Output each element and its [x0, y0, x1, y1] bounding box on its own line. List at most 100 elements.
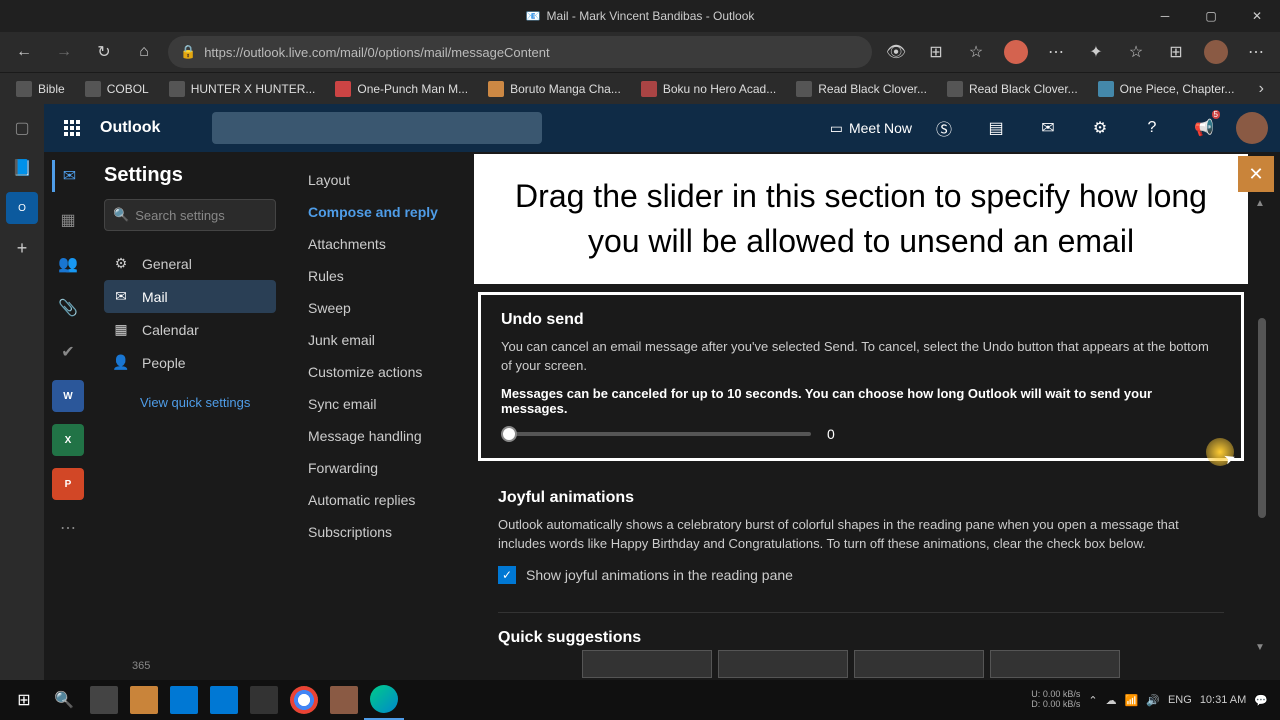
start-button[interactable]: ⊞ — [4, 680, 44, 720]
bookmark-cobol[interactable]: COBOL — [77, 77, 157, 101]
sub-sweep[interactable]: Sweep — [288, 292, 472, 324]
sub-forwarding[interactable]: Forwarding — [288, 452, 472, 484]
outlook-avatar[interactable] — [1236, 112, 1268, 144]
mail-app[interactable] — [164, 680, 204, 720]
refresh-button[interactable]: ↻ — [88, 36, 120, 68]
onedrive-icon[interactable]: ☁ — [1106, 694, 1117, 707]
bookmark-clover2[interactable]: Read Black Clover... — [939, 77, 1086, 101]
bookmark-hunter[interactable]: HUNTER X HUNTER... — [161, 77, 324, 101]
sub-autoreply[interactable]: Automatic replies — [288, 484, 472, 516]
nav-general[interactable]: ⚙General — [104, 247, 276, 280]
outlook-inbox-icon[interactable]: ✉ — [1028, 108, 1068, 148]
view-quick-settings-link[interactable]: View quick settings — [132, 387, 276, 418]
back-button[interactable]: ← — [8, 36, 40, 68]
meet-now-button[interactable]: ▭ Meet Now — [830, 120, 912, 137]
settings-gear-icon[interactable]: ⚙ — [1080, 108, 1120, 148]
maximize-button[interactable]: ▢ — [1188, 0, 1234, 32]
search-button[interactable]: 🔍 — [44, 680, 84, 720]
calendar-module-icon[interactable]: ▦ — [52, 204, 84, 236]
slider-thumb[interactable] — [501, 426, 517, 442]
app-icon[interactable]: ⊞ — [920, 36, 952, 68]
bookmark-onepiece[interactable]: One Piece, Chapter... — [1090, 77, 1243, 101]
outlook-search[interactable] — [212, 112, 542, 144]
bookmark-boruto[interactable]: Boruto Manga Cha... — [480, 77, 629, 101]
notifications-icon[interactable]: 💬 — [1254, 694, 1268, 707]
whatsnew-icon[interactable]: 📢5 — [1184, 108, 1224, 148]
help-icon[interactable]: ? — [1132, 108, 1172, 148]
home-button[interactable]: ⌂ — [128, 36, 160, 68]
sub-junk[interactable]: Junk email — [288, 324, 472, 356]
scroll-down-arrow[interactable]: ▼ — [1255, 642, 1265, 652]
files-module-icon[interactable]: 📎 — [52, 292, 84, 324]
people-module-icon[interactable]: 👥 — [52, 248, 84, 280]
outlook-tab-icon[interactable]: O — [6, 192, 38, 224]
profile-avatar[interactable] — [1200, 36, 1232, 68]
forward-button[interactable]: → — [48, 36, 80, 68]
wifi-icon[interactable]: 📶 — [1125, 694, 1139, 707]
new-tab-button[interactable]: + — [6, 232, 38, 264]
sub-customize[interactable]: Customize actions — [288, 356, 472, 388]
profile-indicator[interactable] — [1000, 36, 1032, 68]
language-indicator[interactable]: ENG — [1168, 694, 1192, 706]
tray-chevron-icon[interactable]: ⌃ — [1088, 694, 1097, 707]
excel-icon[interactable]: X — [52, 424, 84, 456]
bookmark-opm[interactable]: One-Punch Man M... — [327, 77, 476, 101]
sub-handling[interactable]: Message handling — [288, 420, 472, 452]
skype-icon[interactable]: Ⓢ — [924, 108, 964, 148]
volume-icon[interactable]: 🔊 — [1146, 694, 1160, 707]
undo-slider[interactable] — [501, 432, 811, 436]
thumbnail[interactable] — [990, 650, 1120, 678]
app-icon[interactable] — [244, 680, 284, 720]
collections-icon[interactable]: ⊞ — [1160, 36, 1192, 68]
bookmark-bible[interactable]: Bible — [8, 77, 73, 101]
menu-icon[interactable]: ⋯ — [1240, 36, 1272, 68]
chrome-icon[interactable] — [284, 680, 324, 720]
sub-sync[interactable]: Sync email — [288, 388, 472, 420]
scroll-up-arrow[interactable]: ▲ — [1255, 198, 1265, 208]
tab-actions[interactable]: ▢ — [6, 112, 38, 144]
powerpoint-icon[interactable]: P — [52, 468, 84, 500]
address-bar[interactable]: 🔒 https://outlook.live.com/mail/0/option… — [168, 36, 872, 68]
word-icon[interactable]: W — [52, 380, 84, 412]
app-launcher[interactable] — [56, 112, 88, 144]
app-icon[interactable] — [324, 680, 364, 720]
settings-search[interactable]: 🔍 Search settings — [104, 199, 276, 231]
sub-compose[interactable]: Compose and reply — [288, 196, 472, 228]
nav-people[interactable]: 👤People — [104, 346, 276, 379]
bookmark-clover1[interactable]: Read Black Clover... — [788, 77, 935, 101]
page-icon — [85, 81, 101, 97]
thumbnail[interactable] — [582, 650, 712, 678]
favorites-bar-icon[interactable]: ☆ — [1120, 36, 1152, 68]
more-apps-icon[interactable]: ⋯ — [52, 512, 84, 544]
sub-layout[interactable]: Layout — [288, 164, 472, 196]
file-explorer[interactable] — [124, 680, 164, 720]
sub-attachments[interactable]: Attachments — [288, 228, 472, 260]
scrollbar[interactable]: ▲ ▼ — [1254, 198, 1266, 652]
settings-close-button[interactable]: ✕ — [1238, 156, 1274, 192]
minimize-button[interactable]: ─ — [1142, 0, 1188, 32]
outlook-note-icon[interactable]: ▤ — [976, 108, 1016, 148]
nav-mail[interactable]: ✉Mail — [104, 280, 276, 313]
favorite-icon[interactable]: ☆ — [960, 36, 992, 68]
nav-calendar[interactable]: ▦Calendar — [104, 313, 276, 346]
sub-rules[interactable]: Rules — [288, 260, 472, 292]
edge-icon[interactable] — [364, 680, 404, 720]
mail-module-icon[interactable]: ✉ — [52, 160, 84, 192]
joyful-checkbox[interactable]: ✓ — [498, 566, 516, 584]
task-view-button[interactable] — [84, 680, 124, 720]
more-icon[interactable]: ⋯ — [1040, 36, 1072, 68]
sub-subscriptions[interactable]: Subscriptions — [288, 516, 472, 548]
scroll-thumb[interactable] — [1258, 318, 1266, 518]
bookmark-boku[interactable]: Boku no Hero Acad... — [633, 77, 784, 101]
tracking-icon[interactable]: 👁 — [880, 36, 912, 68]
extensions-icon[interactable]: ✦ — [1080, 36, 1112, 68]
thumbnail[interactable] — [718, 650, 848, 678]
close-button[interactable]: ✕ — [1234, 0, 1280, 32]
thumbnail[interactable] — [854, 650, 984, 678]
camera-app[interactable] — [204, 680, 244, 720]
todo-module-icon[interactable]: ✔ — [52, 336, 84, 368]
clock[interactable]: 10:31 AM — [1200, 694, 1246, 706]
edge-tab-icon[interactable]: 📘 — [6, 152, 38, 184]
bookmarks-overflow[interactable]: › — [1251, 80, 1272, 98]
outlook-app-icon: 📧 — [526, 9, 541, 23]
